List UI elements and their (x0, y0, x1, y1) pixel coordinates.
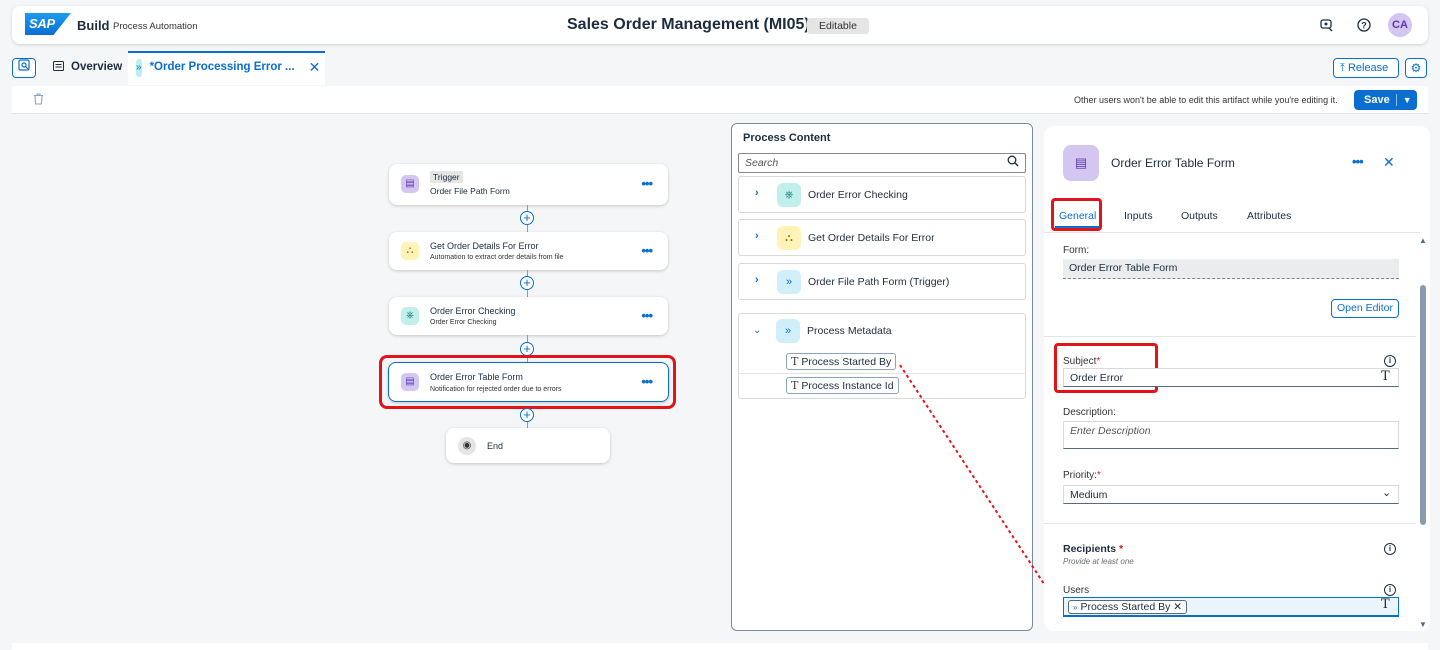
scroll-down-icon[interactable]: ▼ (1419, 620, 1427, 629)
more-options-icon[interactable]: ••• (1352, 154, 1364, 169)
description-input[interactable]: Enter Description (1063, 421, 1399, 449)
remove-token-icon[interactable]: ✕ (1173, 601, 1182, 613)
form-icon: ▤ (1063, 145, 1099, 181)
priority-select[interactable]: Medium (1063, 485, 1399, 504)
tab-inputs[interactable]: Inputs (1124, 210, 1153, 222)
info-icon[interactable]: i (1384, 355, 1396, 367)
text-type-icon[interactable]: T (1381, 369, 1390, 384)
user-token[interactable]: » Process Started By ✕ (1068, 600, 1188, 614)
divider (1044, 232, 1420, 233)
info-icon[interactable]: i (1384, 584, 1396, 596)
required-mark: * (1096, 356, 1101, 367)
scroll-up-icon[interactable]: ▲ (1419, 236, 1427, 245)
divider (1044, 336, 1416, 337)
chevron-down-icon[interactable]: ⌄ (1382, 486, 1391, 499)
properties-title: Order Error Table Form (1111, 156, 1235, 170)
divider (1044, 523, 1416, 524)
tab-attributes[interactable]: Attributes (1247, 210, 1291, 222)
close-icon[interactable]: ✕ (1383, 154, 1395, 171)
required-mark: * (1096, 470, 1101, 481)
scrollbar[interactable] (1420, 285, 1426, 525)
recipients-label: Recipients * (1063, 543, 1124, 555)
text-type-icon[interactable]: T (1381, 597, 1390, 612)
subject-label: Subject* (1063, 356, 1101, 367)
subject-input[interactable]: Order Error (1063, 368, 1399, 387)
users-label: Users (1063, 585, 1090, 596)
tab-general[interactable]: General (1059, 210, 1096, 222)
recipients-hint: Provide at least one (1063, 557, 1134, 566)
process-icon: » (1073, 603, 1078, 612)
priority-label: Priority:* (1063, 470, 1101, 481)
tab-outputs[interactable]: Outputs (1181, 210, 1218, 222)
footer-bar (12, 643, 1428, 650)
form-field: Order Error Table Form (1063, 259, 1399, 279)
form-label: Form: (1063, 245, 1090, 256)
open-editor-button[interactable]: Open Editor (1331, 299, 1399, 318)
users-input[interactable]: » Process Started By ✕ (1063, 597, 1399, 617)
description-label: Description: (1063, 407, 1116, 418)
info-icon[interactable]: i (1384, 543, 1396, 555)
required-mark: * (1119, 543, 1124, 555)
tab-indicator (1055, 226, 1100, 228)
